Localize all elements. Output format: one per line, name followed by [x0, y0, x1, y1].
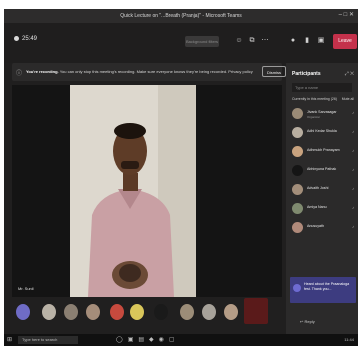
participant-thumbnail[interactable]: [16, 304, 30, 320]
mic-icon: ♪: [352, 186, 354, 191]
participant-thumbnail[interactable]: [130, 304, 144, 320]
window-controls[interactable]: – □ ✕: [339, 11, 354, 18]
participant-thumbnail[interactable]: [86, 304, 100, 320]
section-title: Currently in this meeting (26): [292, 97, 337, 101]
background-filters-button[interactable]: Background filters: [185, 36, 219, 47]
participant-row[interactable]: Jivank Sarvasagar Organizer ♪: [292, 105, 354, 124]
participant-role: Organizer: [307, 115, 321, 119]
taskbar-clock: 11:44: [344, 337, 354, 342]
mic-icon[interactable]: ▮: [302, 35, 312, 47]
avatar: [292, 165, 303, 176]
banner-title: You're recording.: [26, 69, 59, 74]
mic-icon: ♪: [352, 167, 354, 172]
reply-label: Reply: [304, 319, 315, 324]
mic-icon: ♪: [352, 205, 354, 210]
banner-message: You can only stop this meeting's recordi…: [59, 69, 253, 74]
participants-title: Participants: [292, 71, 321, 77]
camera-icon[interactable]: ●: [288, 35, 298, 47]
notification-text: Heard about the Praanaloga fest. Thank y…: [304, 282, 350, 291]
mic-icon: ♪: [352, 110, 354, 115]
participant-thumbnail[interactable]: [244, 298, 268, 324]
mic-icon: ♪: [352, 224, 354, 229]
speaker-figure: [70, 85, 196, 297]
participant-name: Adhi Kedar Shukla: [307, 129, 337, 133]
avatar: [292, 203, 303, 214]
taskbar-app-icons[interactable]: ◯▣▤◆◉▢: [116, 336, 180, 343]
participant-name: Anusuyath: [307, 224, 324, 228]
avatar: [292, 146, 303, 157]
participant-search-input[interactable]: Type a name: [292, 83, 352, 92]
participant-row[interactable]: Adhmukh Pranayam ♪: [292, 143, 354, 162]
taskbar-search-input[interactable]: Type here to search: [18, 336, 78, 344]
participant-thumbnail[interactable]: [64, 304, 78, 320]
leave-button[interactable]: Leave: [333, 34, 357, 49]
share-icon[interactable]: ⧉: [247, 35, 257, 47]
windows-start-icon[interactable]: ⊞: [7, 336, 12, 343]
participants-section-header: Currently in this meeting (26) Mute all: [292, 97, 354, 101]
video-stage: Mr. Sunil: [12, 85, 282, 297]
meeting-timer: 25:49: [14, 36, 37, 42]
participant-name: Advaith Joshi: [307, 186, 329, 190]
speaker-name-label: Mr. Sunil: [18, 286, 34, 291]
mic-icon: ♪: [352, 148, 354, 153]
info-icon: ⓘ: [16, 71, 23, 77]
timer-text: 25:49: [22, 36, 38, 43]
participant-thumbnail[interactable]: [42, 304, 56, 320]
participant-thumbnail[interactable]: [224, 304, 238, 320]
avatar: [292, 184, 303, 195]
participant-name: Amiya Nanu: [307, 205, 327, 209]
participant-row[interactable]: Amiya Nanu ♪: [292, 200, 354, 219]
mic-icon: ♪: [352, 129, 354, 134]
participant-gallery: [16, 298, 288, 324]
speaker-video[interactable]: [70, 85, 196, 297]
shield-icon: [14, 36, 19, 41]
participant-thumbnail[interactable]: [154, 304, 168, 320]
participant-name: Jivank Sarvasagar: [307, 110, 337, 114]
more-options-icon[interactable]: ⋯: [260, 35, 270, 47]
participant-row[interactable]: Adhi Kedar Shukla ♪: [292, 124, 354, 143]
reply-button[interactable]: ↩ Reply: [300, 319, 315, 324]
reactions-icon[interactable]: ☺: [234, 35, 244, 47]
avatar: [292, 108, 303, 119]
participant-list: Jivank Sarvasagar Organizer ♪ Adhi Kedar…: [292, 105, 354, 238]
meeting-toolbar: 25:49 Background filters ☺ ⧉ ⋯ ● ▮ ▣ Lea…: [4, 23, 358, 63]
mute-all-link[interactable]: Mute all: [342, 97, 354, 101]
taskbar: ⊞ Type here to search ◯▣▤◆◉▢ 11:44: [4, 334, 358, 346]
dismiss-button[interactable]: Dismiss: [262, 66, 286, 77]
chat-notification[interactable]: Heard about the Praanaloga fest. Thank y…: [290, 277, 356, 303]
participant-thumbnail[interactable]: [202, 304, 216, 320]
teams-window: Quick Lecture on "...Breath (Pranja)" - …: [4, 9, 358, 346]
participant-thumbnail[interactable]: [110, 304, 124, 320]
panel-close-icon[interactable]: ⤢ ✕: [345, 71, 354, 77]
share-screen-icon[interactable]: ▣: [316, 35, 326, 47]
chat-avatar-icon: [293, 284, 301, 292]
avatar: [292, 222, 303, 233]
participant-name: Abhinyuna Pathak: [307, 167, 337, 171]
window-title: Quick Lecture on "...Breath (Pranja)" - …: [120, 13, 242, 19]
participant-thumbnail[interactable]: [180, 304, 194, 320]
participant-row[interactable]: Anusuyath ♪: [292, 219, 354, 238]
participant-name: Adhmukh Pranayam: [307, 148, 340, 152]
banner-text: You're recording. You can only stop this…: [26, 69, 253, 74]
title-bar: Quick Lecture on "...Breath (Pranja)" - …: [4, 9, 358, 23]
recording-banner: ⓘ You're recording. You can only stop th…: [12, 63, 286, 81]
participant-row[interactable]: Advaith Joshi ♪: [292, 181, 354, 200]
participant-row[interactable]: Abhinyuna Pathak ♪: [292, 162, 354, 181]
avatar: [292, 127, 303, 138]
